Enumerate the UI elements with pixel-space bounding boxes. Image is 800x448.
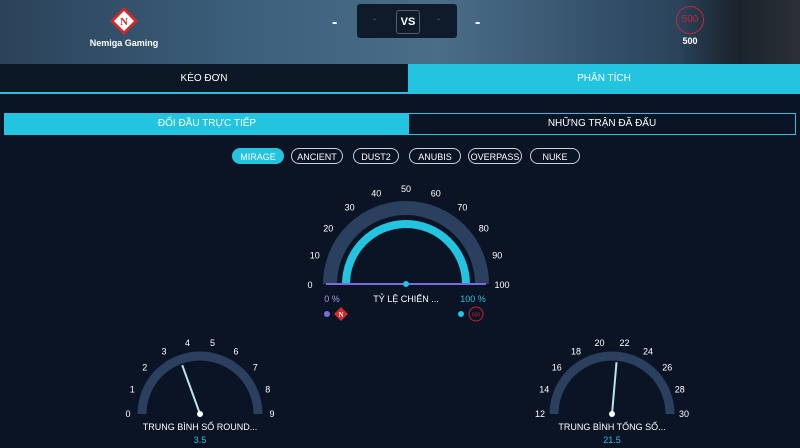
win-rate-tick-label: 30	[345, 202, 355, 212]
win-rate-hub	[403, 281, 409, 287]
avg-rounds-arc-track	[137, 351, 263, 415]
avg-rounds-tick-label: 2	[142, 363, 147, 373]
win-rate-tick-label: 40	[371, 189, 381, 199]
avg-total-needle	[611, 362, 618, 415]
avg-total-tick-label: 26	[662, 363, 672, 373]
avg-total-value: 21.5	[603, 435, 621, 445]
avg-rounds-hub	[197, 411, 203, 417]
avg-total-tick-label: 20	[594, 338, 604, 348]
win-rate-title: TỶ LỆ CHIẾN ...	[373, 293, 439, 304]
nemiga-mini-letter: N	[338, 311, 343, 319]
avg-total-tick-label: 12	[535, 409, 545, 419]
avg-total-title: TRUNG BÌNH TỔNG SỐ...	[558, 421, 665, 432]
gauges-canvas: 010203040 50 60708090100 TỶ LỆ CHIẾN ... 0…	[125, 184, 689, 445]
win-rate-tick-label: 20	[323, 224, 333, 234]
avg-rounds-tick-label: 9	[269, 409, 274, 419]
win-rate-tick-label: 80	[479, 224, 489, 234]
avg-total-tick-label: 14	[539, 384, 549, 394]
avg-rounds-gauge: 0 1 2 3 4 5 6 7 8 9 TRUNG BÌNH SỐ ROUND... 3.5	[125, 338, 274, 445]
avg-rounds-tick-label: 1	[130, 384, 135, 394]
left-team-dot	[324, 311, 330, 317]
win-rate-tick-label: 10	[310, 250, 320, 260]
win-rate-tick-label: 100	[494, 280, 509, 290]
avg-rounds-tick-label: 5	[210, 338, 215, 348]
avg-rounds-tick-label: 4	[185, 338, 190, 348]
win-rate-arc-track	[323, 201, 489, 285]
avg-rounds-tick-label: 8	[265, 384, 270, 394]
win-rate-left-pct: 0 %	[324, 294, 340, 304]
avg-rounds-tick-label: 7	[253, 363, 258, 373]
avg-rounds-tick-label: 0	[125, 409, 130, 419]
win-rate-arc-fill	[342, 220, 470, 285]
right-team-dot	[458, 311, 464, 317]
win-rate-tick-label: 70	[457, 202, 467, 212]
avg-total-tick-label: 16	[552, 363, 562, 373]
avg-total-tick-label: 28	[675, 384, 685, 394]
avg-total-tick-label: 24	[643, 347, 653, 357]
avg-rounds-title: TRUNG BÌNH SỐ ROUND...	[143, 421, 258, 432]
avg-rounds-needle	[181, 364, 201, 415]
avg-total-hub	[609, 411, 615, 417]
avg-total-gauge: 12 14 16 18 20 22 24 26 28 30 TRUNG BÌNH TỔNG SỐ.…	[535, 338, 689, 445]
win-rate-tick-label: 0	[307, 280, 312, 290]
win-rate-tick-label: 60	[431, 189, 441, 199]
avg-rounds-tick-label: 3	[161, 347, 166, 357]
win-rate-tick-label: 50	[401, 184, 411, 194]
avg-rounds-value: 3.5	[194, 435, 207, 445]
avg-rounds-tick-label: 6	[233, 347, 238, 357]
win-rate-gauge: 0 10 20 30 40 50 60 70 80 90 100 TỶ LỆ CHIẾN ... 0…	[307, 184, 510, 322]
avg-total-tick-label: 22	[619, 338, 629, 348]
win-rate-tick-label: 90	[492, 250, 502, 260]
avg-total-tick-label: 30	[679, 409, 689, 419]
win-rate-right-pct: 100 %	[460, 294, 486, 304]
team-500-mini-text: 500	[472, 313, 481, 319]
avg-total-tick-label: 18	[571, 347, 581, 357]
